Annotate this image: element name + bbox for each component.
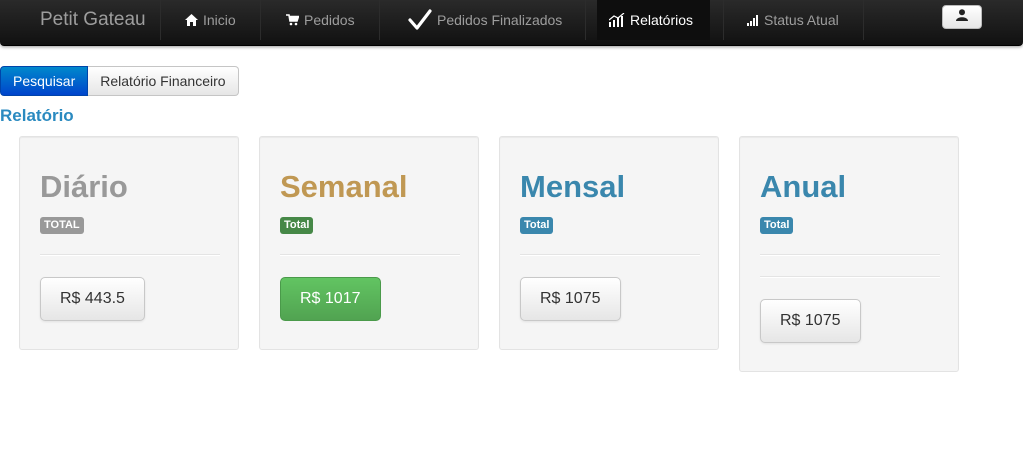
card-divider	[520, 254, 700, 256]
cart-icon	[286, 14, 299, 26]
nav-item-label: Inicio	[203, 12, 236, 28]
nav-divider	[260, 0, 261, 40]
checkmark-icon	[408, 9, 432, 31]
nav-item-pedidos[interactable]: Pedidos	[274, 0, 367, 40]
card-value-button[interactable]: R$ 1017	[280, 277, 381, 321]
nav-item-status-atual[interactable]: Status Atual	[735, 0, 851, 40]
user-menu-button[interactable]	[942, 5, 982, 29]
card-title: Semanal	[280, 169, 408, 204]
section-title: Relatório	[0, 106, 74, 125]
total-badge: Total	[280, 217, 314, 234]
total-badge: Total	[760, 217, 794, 234]
total-badge: TOTAL	[40, 217, 84, 234]
nav-item-label: Relatórios	[630, 12, 694, 28]
total-badge: Total	[520, 217, 554, 234]
nav-item-label: Status Atual	[764, 12, 839, 28]
nav-item-label: Pedidos Finalizados	[437, 12, 563, 28]
card-divider	[280, 254, 460, 256]
card-divider	[760, 276, 940, 278]
signal-icon	[747, 14, 759, 26]
card-value-button[interactable]: R$ 1075	[520, 277, 621, 321]
nav-divider	[585, 0, 586, 40]
report-card-semanal: Semanal Total R$ 1017	[259, 136, 479, 350]
financial-report-button[interactable]: Relatório Financeiro	[88, 66, 239, 96]
card-value-button[interactable]: R$ 1075	[760, 299, 861, 343]
report-toolbar: Pesquisar Relatório Financeiro	[0, 66, 239, 96]
card-divider	[40, 254, 220, 256]
brand[interactable]: Petit Gateau	[40, 9, 146, 31]
report-card-anual: Anual Total R$ 1075	[739, 136, 959, 372]
nav-divider	[379, 0, 380, 40]
nav-divider	[160, 0, 161, 40]
nav-divider	[863, 0, 864, 40]
chart-icon	[609, 13, 625, 27]
home-icon	[185, 14, 198, 26]
user-icon	[956, 8, 968, 26]
report-card-mensal: Mensal Total R$ 1075	[499, 136, 719, 350]
nav-item-inicio[interactable]: Inicio	[173, 0, 248, 40]
card-value-button[interactable]: R$ 443.5	[40, 277, 145, 321]
nav-item-relatorios[interactable]: Relatórios	[597, 0, 710, 40]
nav-item-pedidos-finalizados[interactable]: Pedidos Finalizados	[396, 0, 574, 40]
card-title: Diário	[40, 169, 128, 204]
top-navbar: Petit Gateau Inicio Pedidos Pedidos Fina…	[0, 0, 1023, 46]
card-title: Anual	[760, 169, 847, 204]
report-card-diario: Diário TOTAL R$ 443.5	[19, 136, 239, 350]
card-title: Mensal	[520, 169, 626, 204]
nav-divider	[723, 0, 724, 40]
nav-item-label: Pedidos	[304, 12, 355, 28]
search-button[interactable]: Pesquisar	[0, 66, 89, 96]
card-divider	[760, 254, 940, 256]
